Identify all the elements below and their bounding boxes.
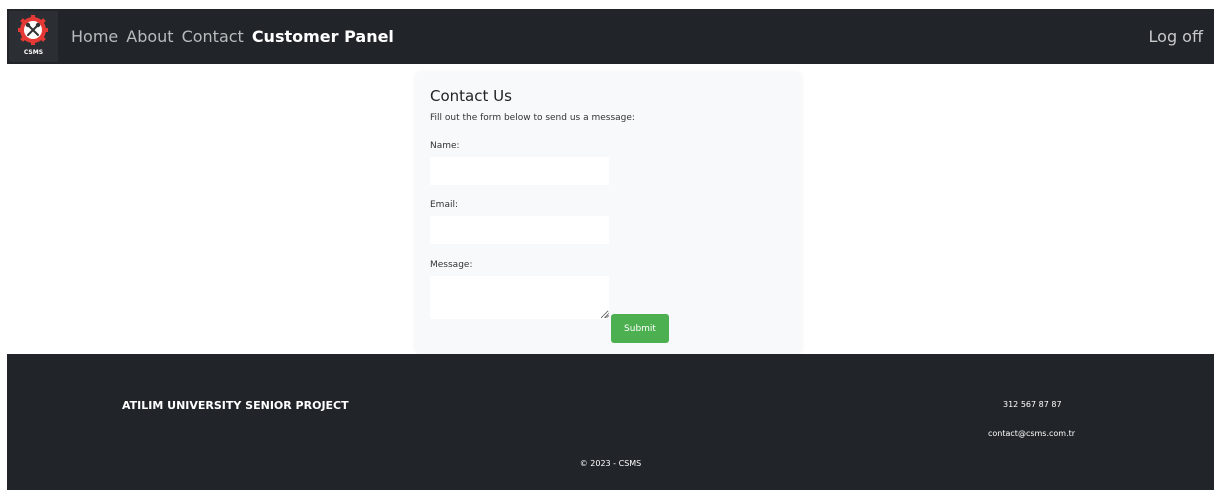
submit-button[interactable]: Submit xyxy=(611,314,669,343)
nav-about[interactable]: About xyxy=(126,27,173,46)
brand-logo[interactable]: CSMS xyxy=(9,11,58,62)
csms-logo-icon xyxy=(18,15,48,45)
message-label: Message: xyxy=(430,260,473,270)
nav-contact[interactable]: Contact xyxy=(182,27,244,46)
contact-title: Contact Us xyxy=(430,87,512,105)
footer-email: contact@csms.com.tr xyxy=(988,429,1076,438)
nav-customer-panel[interactable]: Customer Panel xyxy=(252,27,394,46)
name-label: Name: xyxy=(430,141,460,151)
contact-intro: Fill out the form below to send us a mes… xyxy=(430,113,635,123)
main-nav: Home About Contact Customer Panel xyxy=(71,27,402,46)
message-textarea[interactable] xyxy=(430,276,609,319)
email-label: Email: xyxy=(430,200,459,210)
navbar: CSMS Home About Contact Customer Panel L… xyxy=(7,9,1214,64)
contact-card: Contact Us Fill out the form below to se… xyxy=(415,72,802,354)
name-input[interactable] xyxy=(430,157,609,185)
nav-home[interactable]: Home xyxy=(71,27,118,46)
email-input[interactable] xyxy=(430,216,609,244)
footer: ATILIM UNIVERSITY SENIOR PROJECT 312 567… xyxy=(7,354,1214,490)
logo-text: CSMS xyxy=(23,49,44,56)
logoff-link[interactable]: Log off xyxy=(1149,27,1203,46)
footer-project-title: ATILIM UNIVERSITY SENIOR PROJECT xyxy=(122,399,349,412)
resize-grip-icon[interactable] xyxy=(603,312,609,318)
footer-copyright: © 2023 - CSMS xyxy=(579,459,642,468)
footer-phone: 312 567 87 87 xyxy=(1003,400,1062,409)
